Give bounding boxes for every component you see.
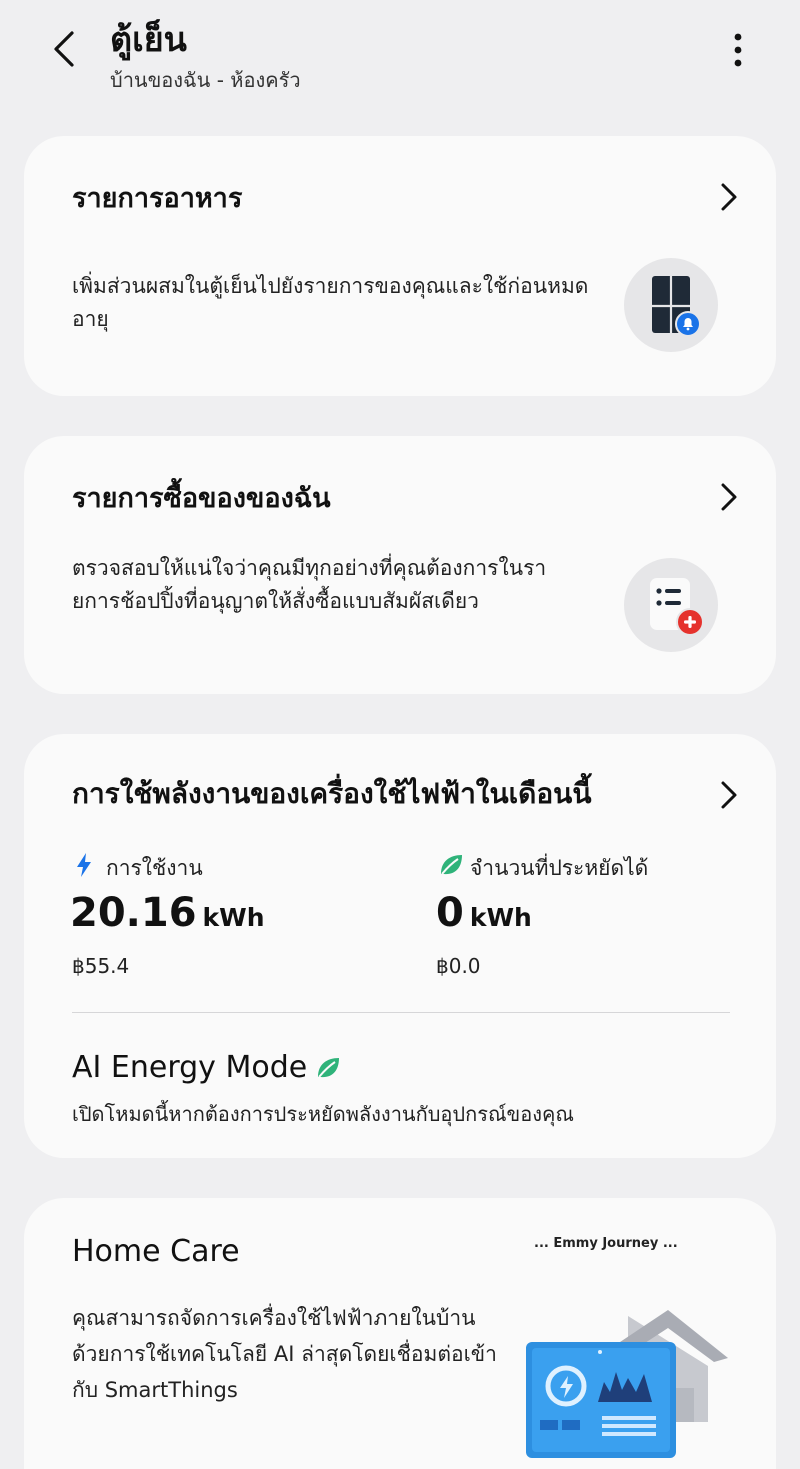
ai-energy-mode-description: เปิดโหมดนี้หากต้องการประหยัดพลังงานกับอุ… bbox=[72, 1102, 574, 1126]
back-button[interactable] bbox=[40, 26, 86, 72]
chevron-left-icon bbox=[54, 31, 74, 67]
fridge-bell-icon bbox=[624, 258, 718, 352]
chevron-right-icon[interactable] bbox=[716, 182, 742, 212]
divider bbox=[72, 1012, 730, 1013]
chevron-right-icon[interactable] bbox=[716, 780, 742, 810]
leaf-icon bbox=[318, 1057, 340, 1078]
page-title: ตู้เย็น bbox=[110, 20, 187, 60]
saved-cost: ฿0.0 bbox=[436, 954, 481, 978]
usage-cost: ฿55.4 bbox=[72, 954, 130, 978]
shopping-list-description: ตรวจสอบให้แน่ใจว่าคุณมีทุกอย่างที่คุณต้อ… bbox=[72, 556, 547, 613]
ai-energy-mode-row[interactable]: AI Energy Mode bbox=[72, 1050, 341, 1085]
list-add-icon bbox=[624, 558, 718, 652]
saved-label: จำนวนที่ประหยัดได้ bbox=[470, 856, 649, 880]
lightning-icon bbox=[77, 853, 91, 877]
home-care-card[interactable]: Home Care ... Emmy Journey ... คุณสามารถ… bbox=[24, 1198, 776, 1469]
chevron-right-icon[interactable] bbox=[716, 482, 742, 512]
food-list-card[interactable]: รายการอาหาร เพิ่มส่วนผสมในตู้เย็นไปยังรา… bbox=[24, 136, 776, 396]
usage-number: 20.16 bbox=[70, 890, 197, 936]
home-care-tag: ... Emmy Journey ... bbox=[534, 1236, 678, 1251]
home-care-description: คุณสามารถจัดการเครื่องใช้ไฟฟ้าภายในบ้านด… bbox=[72, 1306, 497, 1402]
home-dashboard-illustration bbox=[526, 1310, 728, 1458]
food-list-title: รายการอาหาร bbox=[72, 183, 243, 214]
usage-label: การใช้งาน bbox=[106, 856, 203, 880]
food-list-description: เพิ่มส่วนผสมในตู้เย็นไปยังรายการของคุณแล… bbox=[72, 274, 589, 331]
saved-value: 0 kWh bbox=[436, 890, 532, 936]
energy-usage-card[interactable]: การใช้พลังงานของเครื่องใช้ไฟฟ้าในเดือนนี… bbox=[24, 734, 776, 1158]
ai-energy-mode-title: AI Energy Mode bbox=[72, 1050, 308, 1085]
saved-number: 0 bbox=[436, 890, 464, 936]
more-vertical-icon bbox=[734, 33, 742, 67]
shopping-list-card[interactable]: รายการซื้อของของฉัน ตรวจสอบให้แน่ใจว่าคุ… bbox=[24, 436, 776, 694]
leaf-icon bbox=[441, 855, 462, 875]
app-header: ตู้เย็น บ้านของฉัน - ห้องครัว bbox=[0, 0, 800, 120]
usage-value: 20.16 kWh bbox=[70, 890, 265, 936]
usage-unit: kWh bbox=[202, 903, 265, 932]
page-subtitle: บ้านของฉัน - ห้องครัว bbox=[110, 68, 301, 92]
energy-title: การใช้พลังงานของเครื่องใช้ไฟฟ้าในเดือนนี… bbox=[72, 777, 592, 810]
home-care-title: Home Care bbox=[72, 1234, 240, 1269]
shopping-list-title: รายการซื้อของของฉัน bbox=[72, 483, 331, 514]
more-options-button[interactable] bbox=[718, 30, 758, 70]
saved-unit: kWh bbox=[469, 903, 532, 932]
